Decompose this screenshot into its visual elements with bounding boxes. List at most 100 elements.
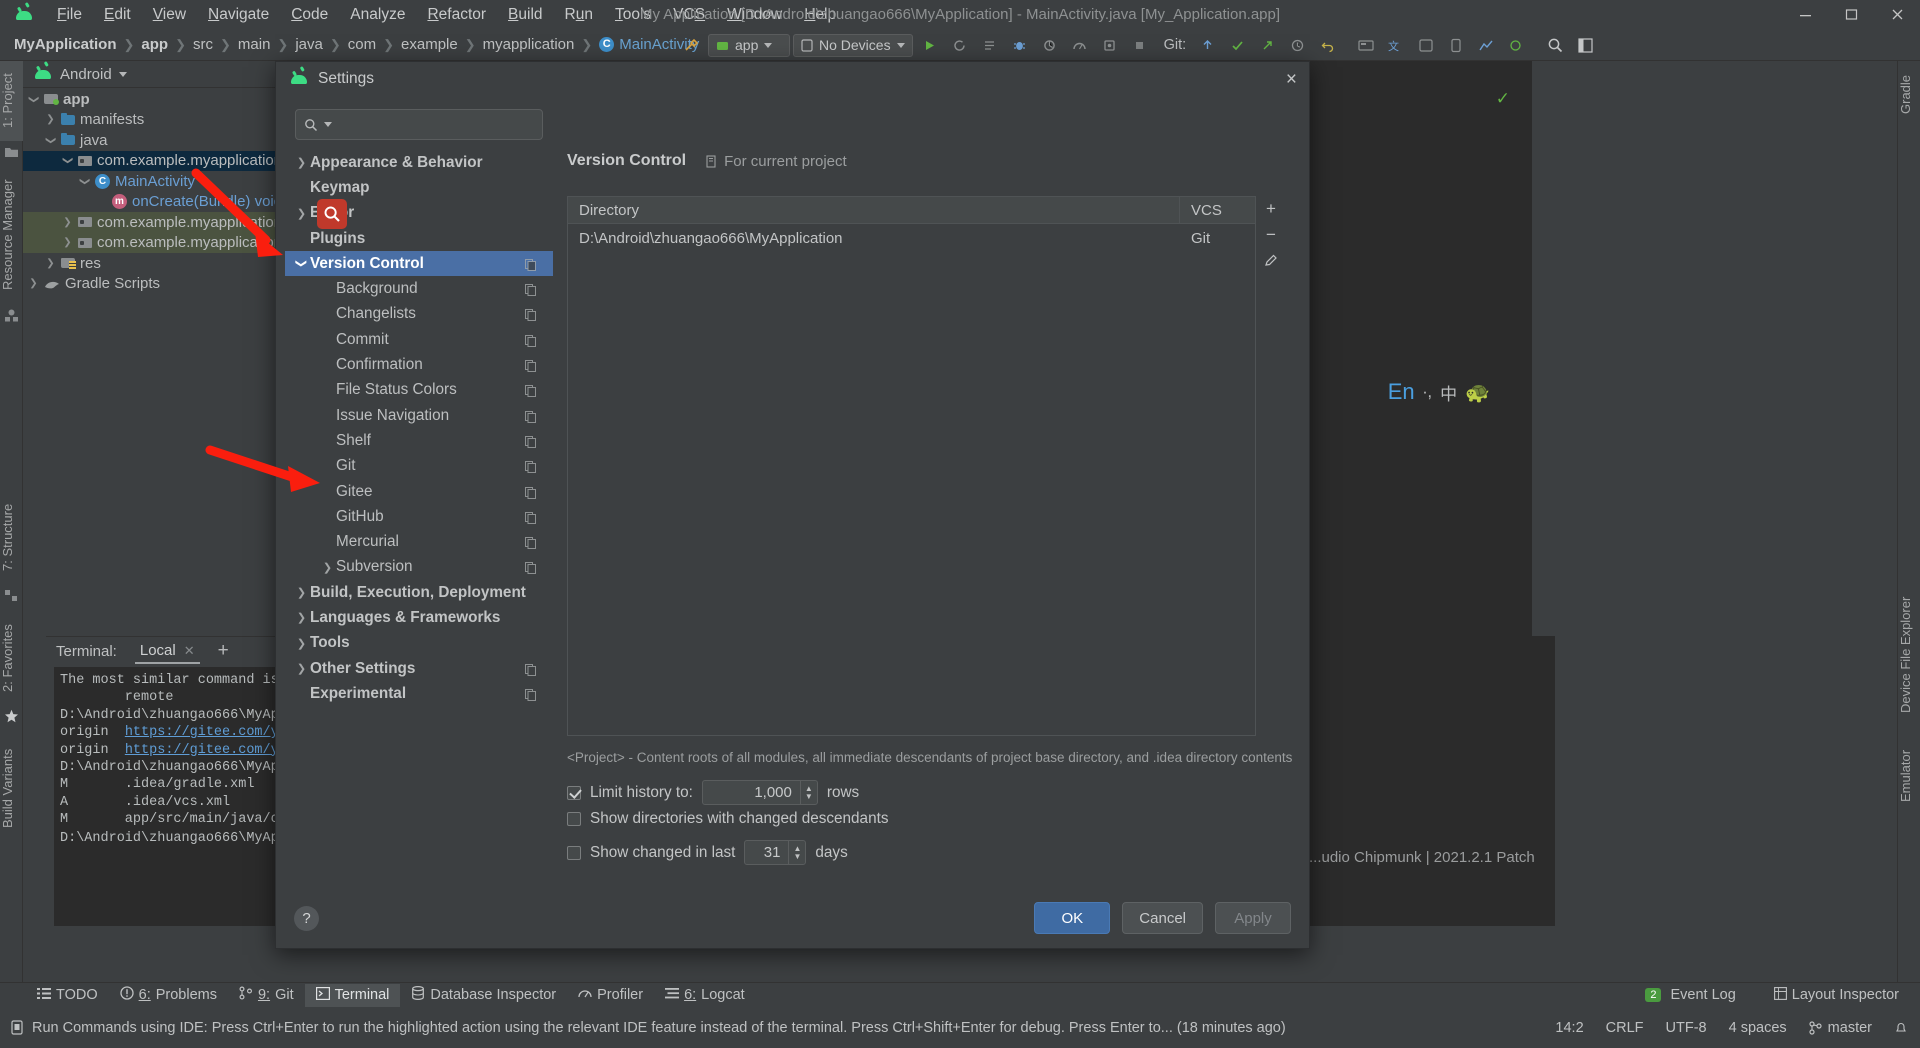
copy-settings-icon[interactable] — [525, 511, 536, 524]
sidebar-item-gradle[interactable]: Gradle — [1898, 61, 1920, 127]
settings-category-tree[interactable]: ❯Appearance & BehaviorKeymap❯EditorPlugi… — [285, 150, 553, 888]
new-terminal-session-button[interactable]: + — [218, 640, 229, 662]
tool-window-todo[interactable]: TODO — [26, 984, 109, 1007]
show-directories-option[interactable]: Show directories with changed descendant… — [567, 810, 888, 828]
show-directories-checkbox[interactable] — [567, 812, 581, 826]
settings-category-git[interactable]: Git — [285, 454, 553, 479]
apply-changes-icon[interactable] — [976, 32, 1003, 58]
expand-arrow-icon[interactable]: ❯ — [27, 278, 40, 289]
notifications-icon[interactable] — [1894, 1021, 1908, 1035]
chevron-down-icon[interactable] — [324, 122, 332, 127]
tree-node[interactable]: ❯ com.example.myapplication — [23, 232, 313, 253]
settings-category-changelists[interactable]: Changelists — [285, 302, 553, 327]
menu-item-tools[interactable]: Tools — [604, 3, 662, 27]
breadcrumb-src[interactable]: src — [193, 36, 213, 53]
settings-category-background[interactable]: Background — [285, 276, 553, 301]
sidebar-item-build-variants[interactable]: Build Variants — [0, 733, 23, 843]
show-changed-value[interactable]: 31 — [745, 841, 788, 864]
tool-window-event-log[interactable]: 2 Event Log — [1634, 984, 1746, 1006]
copy-settings-icon[interactable] — [525, 283, 536, 297]
profile-or-debug-icon[interactable] — [1472, 32, 1499, 58]
breadcrumb[interactable]: MyApplication ❯ app ❯ src ❯ main ❯ java … — [0, 36, 699, 53]
limit-history-option[interactable]: Limit history to: 1,000 ▲ ▼ rows — [567, 780, 859, 805]
project-tree[interactable]: ❯ app ❯ manifests ❯ java ❯ com.example.myapplic… — [23, 89, 313, 697]
tree-node[interactable]: ❯ com.example.myapplication — [23, 150, 313, 171]
stepper-buttons[interactable]: ▲ ▼ — [799, 781, 817, 804]
settings-category-issue-navigation[interactable]: Issue Navigation — [285, 403, 553, 428]
settings-category-other-settings[interactable]: ❯ Other Settings — [285, 656, 553, 681]
copy-settings-icon[interactable] — [525, 334, 536, 347]
sidebar-item-structure[interactable]: 7: Structure — [0, 491, 23, 584]
expand-arrow-icon[interactable]: ❯ — [293, 586, 310, 599]
tool-window-profiler[interactable]: Profiler — [567, 983, 654, 1007]
settings-category-keymap[interactable]: Keymap — [285, 175, 553, 200]
copy-settings-icon[interactable] — [525, 258, 536, 271]
edit-directory-button[interactable] — [1258, 248, 1284, 274]
settings-category-languages-frameworks[interactable]: ❯ Languages & Frameworks — [285, 605, 553, 630]
tool-window-database-inspector[interactable]: Database Inspector — [400, 983, 567, 1007]
menu-item-run[interactable]: Run — [554, 3, 604, 27]
vcs-directory-table[interactable]: Directory VCS D:\Android\zhuangao666\MyA… — [567, 196, 1256, 736]
close-icon[interactable] — [1874, 0, 1920, 29]
menu-item-window[interactable]: Window — [716, 3, 793, 27]
settings-category-appearance-behavior[interactable]: ❯ Appearance & Behavior — [285, 150, 553, 175]
profiler-icon[interactable] — [1066, 32, 1093, 58]
expand-arrow-icon[interactable]: ❯ — [44, 258, 57, 269]
copy-settings-icon[interactable] — [525, 460, 536, 474]
apply-button[interactable]: Apply — [1215, 902, 1291, 934]
collapse-arrow-icon[interactable]: ❯ — [79, 175, 90, 188]
rerun-icon[interactable] — [946, 32, 973, 58]
window-controls[interactable] — [1782, 0, 1920, 29]
device-selector[interactable]: No Devices — [793, 33, 913, 57]
breadcrumb-example[interactable]: example — [401, 36, 458, 53]
file-encoding[interactable]: UTF-8 — [1666, 1020, 1707, 1036]
caret-position[interactable]: 14:2 — [1555, 1020, 1583, 1036]
cancel-button[interactable]: Cancel — [1122, 902, 1203, 934]
tool-window-problems[interactable]: 6: Problems — [109, 983, 228, 1007]
copy-settings-icon[interactable] — [525, 410, 536, 423]
git-branch-indicator[interactable]: master — [1809, 1020, 1872, 1036]
tree-node[interactable]: ❯ app — [23, 89, 313, 110]
show-changed-stepper[interactable]: 31 ▲ ▼ — [744, 840, 807, 865]
menu-item-file[interactable]: File — [46, 3, 93, 27]
line-separator[interactable]: CRLF — [1606, 1020, 1644, 1036]
tool-window-bar[interactable]: TODO 6: Problems 9: Git Terminal Database Insp… — [0, 982, 1920, 1007]
tree-node[interactable]: ❯ manifests — [23, 110, 313, 131]
column-header-vcs[interactable]: VCS — [1180, 197, 1255, 224]
settings-category-gitee[interactable]: Gitee — [285, 479, 553, 504]
stop-icon[interactable] — [1126, 32, 1153, 58]
menu-item-build[interactable]: Build — [497, 3, 553, 27]
settings-category-file-status-colors[interactable]: File Status Colors — [285, 378, 553, 403]
show-changed-checkbox[interactable] — [567, 845, 581, 860]
breadcrumb-com[interactable]: com — [348, 36, 376, 53]
menu-item-analyze[interactable]: Analyze — [339, 3, 416, 27]
chevron-down-icon[interactable] — [118, 71, 127, 77]
sidebar-item-device-file-explorer[interactable]: Device File Explorer — [1898, 581, 1920, 729]
menu-item-navigate[interactable]: Navigate — [197, 3, 280, 27]
terminal-tab-local[interactable]: Local ✕ — [133, 638, 202, 664]
tool-window-terminal[interactable]: Terminal — [304, 983, 401, 1007]
avd-manager-icon[interactable] — [1412, 32, 1439, 58]
git-push-icon[interactable] — [1254, 32, 1281, 58]
settings-category-plugins[interactable]: Plugins — [285, 226, 553, 251]
settings-category-confirmation[interactable]: Confirmation — [285, 352, 553, 377]
expand-arrow-icon[interactable]: ❯ — [293, 156, 310, 169]
sdk-manager-icon[interactable] — [1352, 32, 1379, 58]
translate-icon[interactable]: 文 — [1382, 32, 1409, 58]
menu-item-code[interactable]: Code — [280, 3, 339, 27]
indent-setting[interactable]: 4 spaces — [1729, 1020, 1787, 1036]
settings-category-tools[interactable]: ❯ Tools — [285, 631, 553, 656]
expand-arrow-icon[interactable]: ❯ — [61, 237, 74, 248]
expand-arrow-icon[interactable]: ❯ — [44, 114, 57, 125]
device-manager-icon[interactable] — [1442, 32, 1469, 58]
add-directory-button[interactable]: + — [1258, 196, 1284, 222]
maximize-icon[interactable] — [1828, 0, 1874, 29]
git-update-icon[interactable] — [1194, 32, 1221, 58]
menu-item-vcs[interactable]: VCS — [662, 3, 716, 27]
limit-history-checkbox[interactable] — [567, 785, 581, 800]
expand-arrow-icon[interactable]: ❯ — [61, 217, 74, 228]
copy-settings-icon[interactable] — [525, 536, 536, 550]
help-button[interactable]: ? — [294, 905, 319, 931]
tree-node[interactable]: ❯ Gradle Scripts — [23, 274, 313, 295]
debug-icon[interactable] — [1006, 32, 1033, 58]
